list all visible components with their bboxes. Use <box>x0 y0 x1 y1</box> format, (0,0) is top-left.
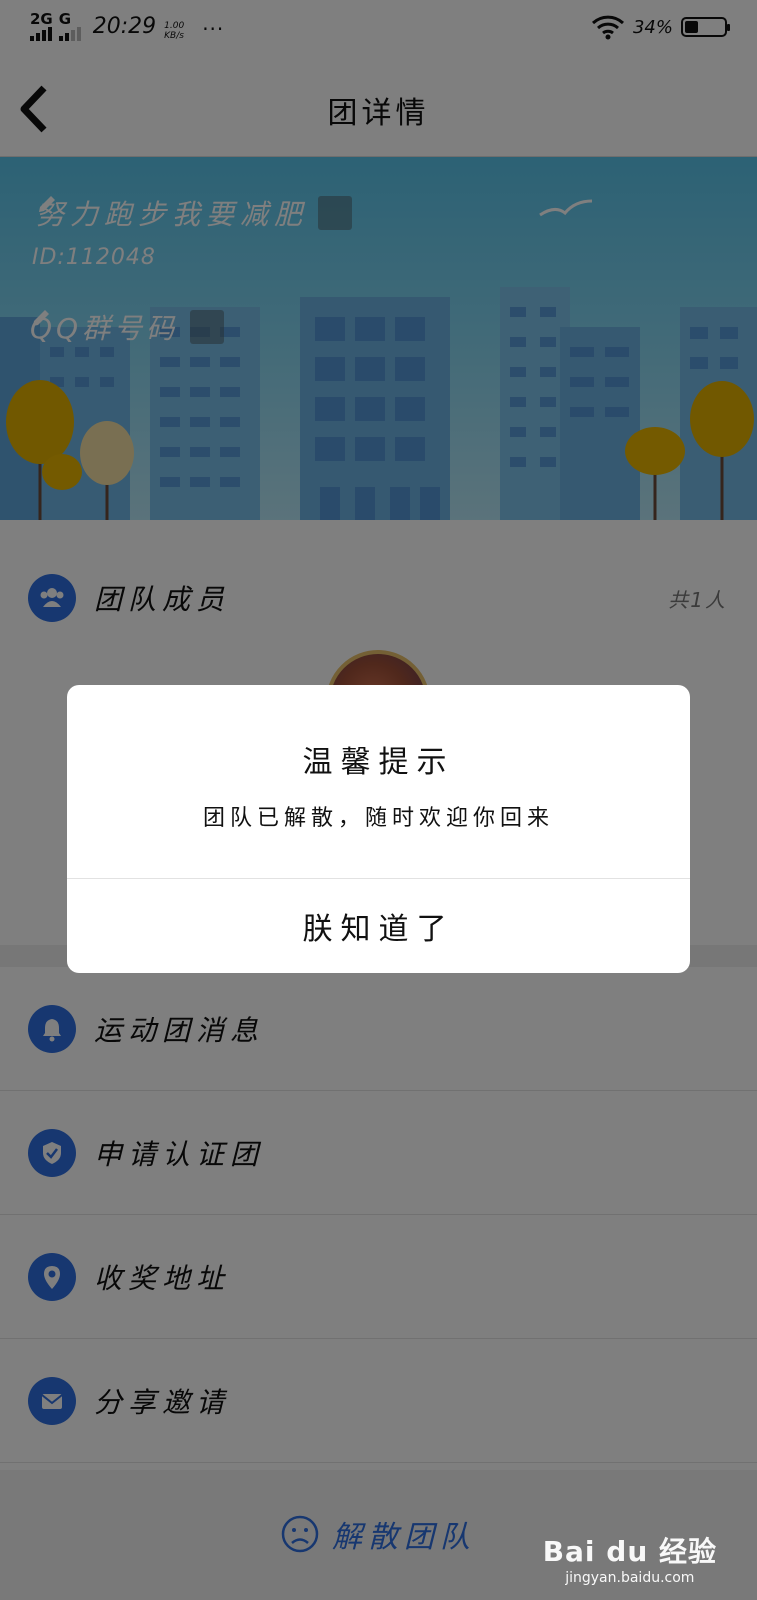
dialog-confirm-button[interactable]: 朕知道了 <box>67 879 690 973</box>
watermark-url: jingyan.baidu.com <box>565 1570 695 1586</box>
dialog-title: 温馨提示 <box>302 745 455 780</box>
dialog-message: 团队已解散，随时欢迎你回来 <box>202 806 554 831</box>
watermark-brand: Bai du 经验 <box>542 1535 717 1568</box>
baidu-watermark: Bai du 经验 jingyan.baidu.com <box>543 1530 717 1586</box>
alert-dialog: 温馨提示 团队已解散，随时欢迎你回来 朕知道了 <box>67 685 690 973</box>
